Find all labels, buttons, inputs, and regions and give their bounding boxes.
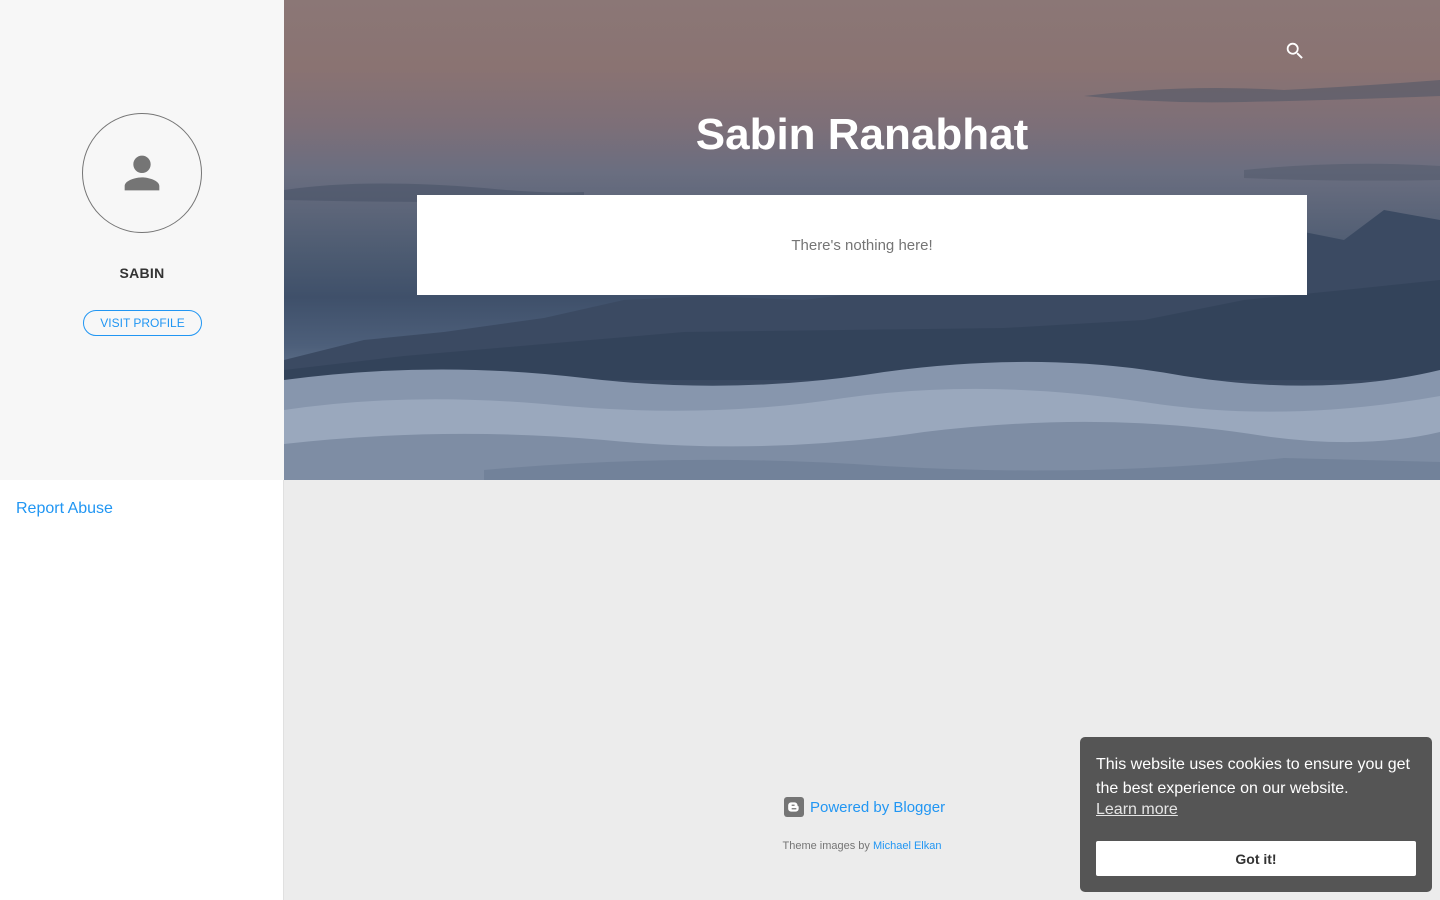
blogger-icon: [784, 797, 804, 817]
report-abuse-link[interactable]: Report Abuse: [16, 500, 113, 518]
powered-by-blogger: Powered by Blogger: [784, 797, 945, 817]
profile-name: SABIN: [119, 265, 165, 281]
person-icon: [124, 155, 160, 191]
learn-more-link[interactable]: Learn more: [1096, 801, 1178, 819]
cookie-banner: This website uses cookies to ensure you …: [1080, 737, 1432, 892]
powered-by-link[interactable]: Powered by Blogger: [810, 799, 945, 816]
search-icon[interactable]: [1284, 40, 1306, 62]
empty-message: There's nothing here!: [791, 236, 933, 254]
accept-cookies-button[interactable]: Got it!: [1096, 841, 1416, 876]
posts-container: There's nothing here!: [417, 195, 1307, 295]
attribution-author-link[interactable]: Michael Elkan: [873, 840, 941, 852]
avatar[interactable]: [82, 113, 202, 233]
sidebar-footer: [0, 480, 284, 900]
visit-profile-button[interactable]: VISIT PROFILE: [83, 310, 202, 336]
blog-title[interactable]: Sabin Ranabhat: [284, 110, 1440, 160]
cookie-message: This website uses cookies to ensure you …: [1096, 756, 1410, 797]
attribution-prefix: Theme images by: [782, 840, 870, 852]
profile-sidebar: SABIN VISIT PROFILE: [0, 0, 284, 480]
